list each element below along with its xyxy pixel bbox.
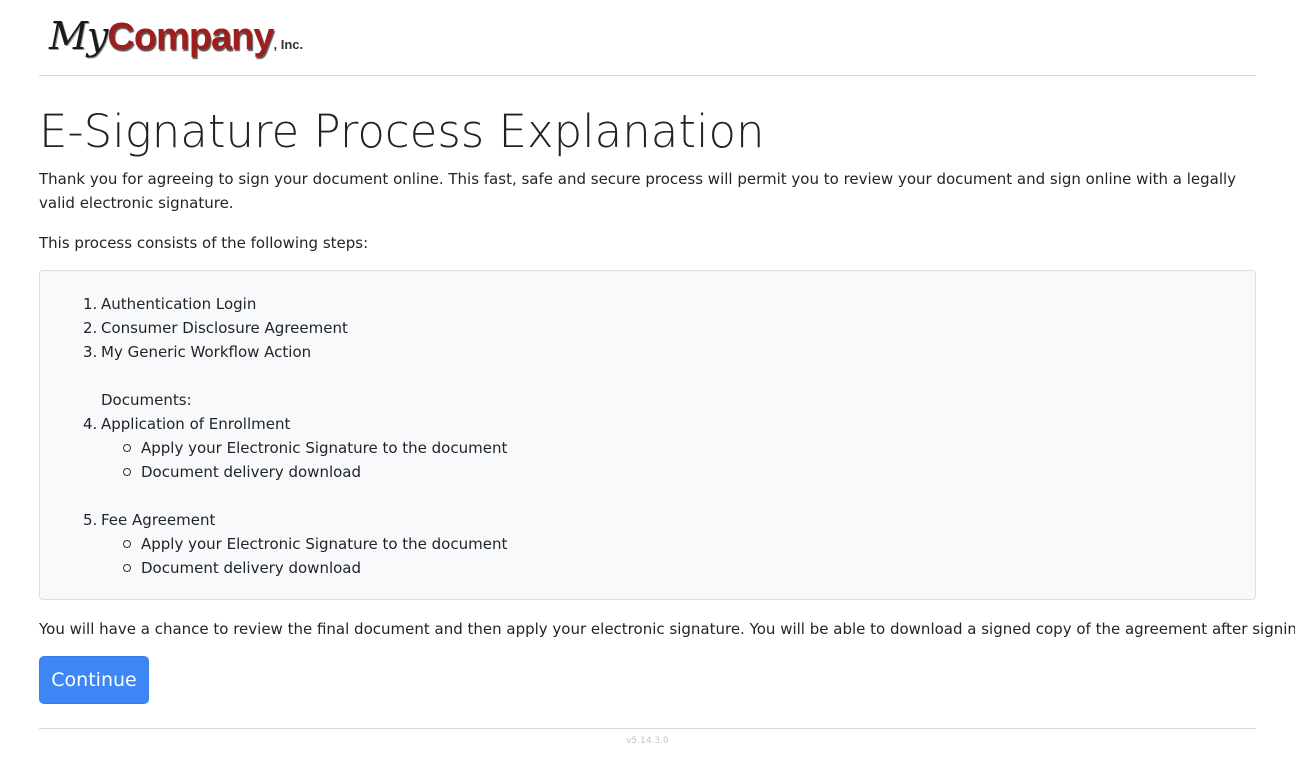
document-subitem: Apply your Electronic Signature to the d… [123, 436, 508, 460]
step-label: Authentication Login [101, 295, 257, 313]
step-label: Consumer Disclosure Agreement [101, 319, 348, 337]
closing-text: You will have a chance to review the fin… [39, 620, 1295, 638]
step-label: My Generic Workflow Action [101, 343, 312, 361]
subitem-label: Document delivery download [141, 559, 362, 577]
footer-divider [39, 728, 1256, 729]
document-label: Fee Agreement [101, 511, 216, 529]
document-subitem: Document delivery download [123, 460, 507, 484]
document-subitems: Apply your Electronic Signature to the d… [101, 436, 507, 484]
step-number: 5. [83, 511, 98, 529]
subitem-label: Apply your Electronic Signature to the d… [141, 439, 508, 457]
intro-text: Thank you for agreeing to sign your docu… [39, 170, 1237, 212]
document-subitems: Apply your Electronic Signature to the d… [101, 532, 507, 580]
documents-label: Documents: [101, 391, 192, 409]
step-number: 4. [83, 415, 98, 433]
header: MyCompany, Inc. [39, 0, 1256, 76]
circle-bullet-icon [123, 564, 131, 572]
company-logo: MyCompany, Inc. [49, 14, 303, 59]
circle-bullet-icon [123, 468, 131, 476]
step-number: 1. [83, 295, 98, 313]
step-number: 2. [83, 319, 98, 337]
circle-bullet-icon [123, 444, 131, 452]
continue-button[interactable]: Continue [39, 656, 149, 704]
page-title: E-Signature Process Explanation [39, 105, 765, 158]
subitem-label: Apply your Electronic Signature to the d… [141, 535, 508, 553]
logo-my-text: My [49, 14, 108, 58]
step-item: 1. Authentication Login [83, 292, 507, 316]
steps-intro-text: This process consists of the following s… [39, 234, 369, 252]
subitem-label: Document delivery download [141, 463, 362, 481]
document-subitem: Apply your Electronic Signature to the d… [123, 532, 508, 556]
document-subitem: Document delivery download [123, 556, 507, 580]
document-label: Application of Enrollment [101, 415, 291, 433]
logo-company-text: Company [107, 16, 274, 58]
step-item: 2. Consumer Disclosure Agreement [83, 316, 507, 340]
document-item: 4. Application of Enrollment Apply your E… [83, 412, 507, 508]
documents-heading: Documents: [101, 364, 507, 412]
step-number: 3. [83, 343, 98, 361]
circle-bullet-icon [123, 540, 131, 548]
steps-panel: 1. Authentication Login 2. Consumer Disclo… [39, 270, 1256, 600]
page-container: MyCompany, Inc. E-Signature Process Expl… [39, 0, 1295, 746]
document-item: 5. Fee Agreement Apply your Electronic Si… [83, 508, 507, 580]
logo-inc-text: , Inc. [273, 37, 304, 52]
step-item: 3. My Generic Workflow Action [83, 340, 507, 364]
steps-list: 1. Authentication Login 2. Consumer Disclo… [83, 292, 507, 580]
version-label: v5.14.3.0 [626, 736, 669, 746]
